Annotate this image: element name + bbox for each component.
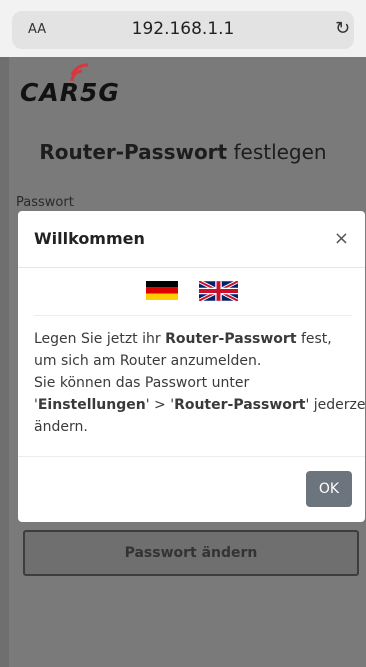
body-bold: Einstellungen (37, 397, 146, 413)
page-title-bold: Router-Passwort (39, 140, 228, 164)
body-line-1: Legen Sie jetzt ihr Router-Passwort fest… (34, 328, 354, 350)
flag-de-icon[interactable] (146, 281, 178, 300)
divider (34, 315, 352, 316)
close-icon[interactable]: × (334, 228, 349, 249)
url-text[interactable]: 192.168.1.1 (0, 19, 366, 39)
body-line-3: Sie können das Passwort unter (34, 375, 250, 391)
signal-waves-icon (68, 63, 98, 83)
password-label: Passwort (16, 195, 74, 210)
change-password-button[interactable]: Passwort ändern (23, 530, 359, 576)
page-title: Router-Passwort festlegen (0, 140, 366, 164)
body-bold: Router-Passwort (165, 331, 297, 347)
body-text: ' jederzeit (305, 397, 366, 413)
reload-icon[interactable]: ↻ (335, 18, 350, 39)
browser-toolbar: AA 192.168.1.1 ↻ (0, 0, 366, 57)
footer-divider (18, 456, 365, 457)
modal-title: Willkommen (34, 229, 145, 248)
page-title-rest: festlegen (227, 140, 327, 164)
body-line-4: 'Einstellungen' > 'Router-Passwort' jede… (34, 394, 366, 416)
modal-header: Willkommen × (18, 211, 365, 268)
body-line-5: ändern. (34, 419, 88, 435)
welcome-modal: Willkommen × Legen Sie jetzt ihr Router-… (18, 211, 366, 522)
body-text: fest, (296, 331, 332, 347)
ok-button[interactable]: OK (306, 471, 352, 507)
flag-uk-icon[interactable] (199, 281, 238, 301)
body-bold: Router-Passwort (174, 397, 306, 413)
modal-body: Legen Sie jetzt ihr Router-Passwort fest… (34, 328, 366, 438)
body-text: Legen Sie jetzt ihr (34, 331, 166, 347)
body-line-2: um sich am Router anzumelden. (34, 353, 262, 369)
body-text: ' > ' (145, 397, 175, 413)
